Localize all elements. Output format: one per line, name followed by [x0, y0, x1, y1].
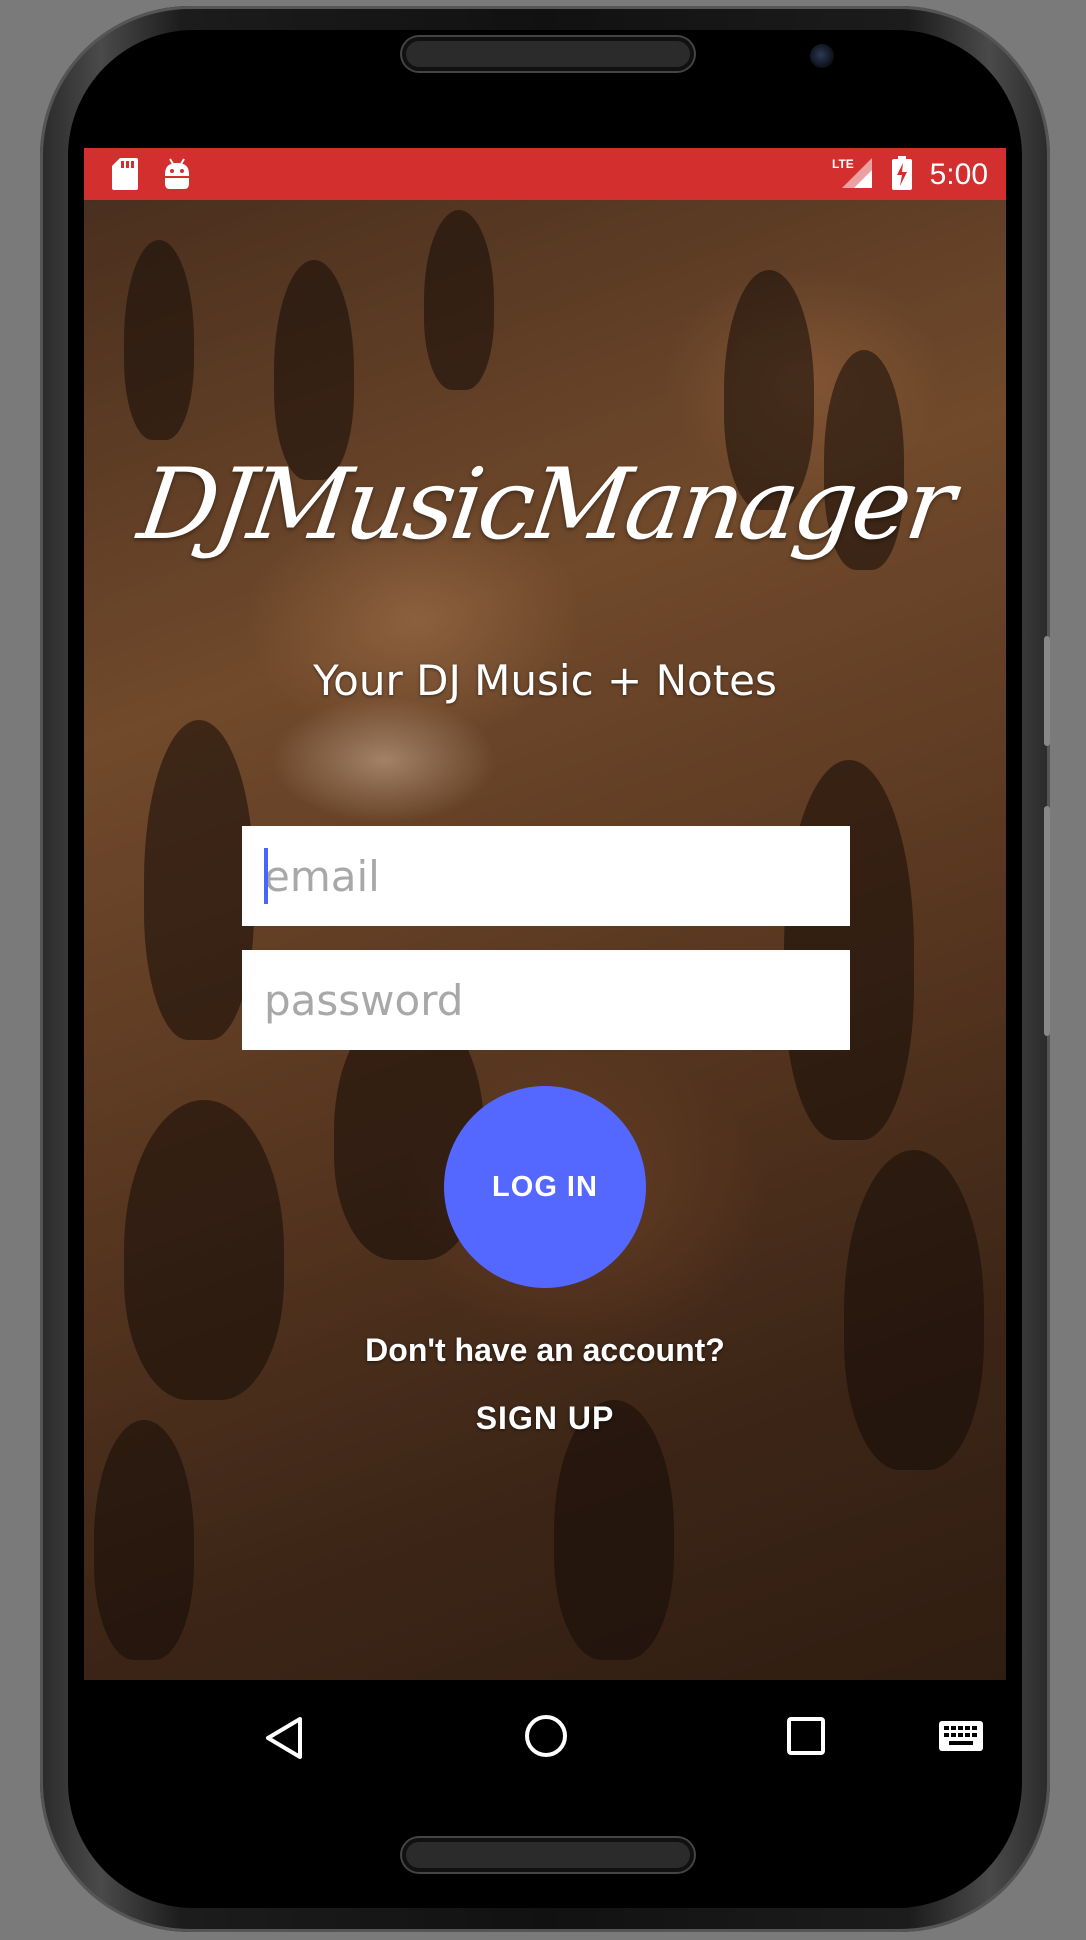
screen: LTE 5:00 DJMusicManager Your DJ Music + … — [84, 148, 1006, 1680]
device-frame: LTE 5:00 DJMusicManager Your DJ Music + … — [0, 0, 1086, 1940]
lte-signal-icon: LTE — [832, 156, 874, 194]
sd-card-icon — [112, 158, 138, 194]
status-bar: LTE 5:00 — [84, 148, 1006, 200]
volume-button — [1044, 636, 1050, 746]
android-debug-icon — [162, 158, 192, 194]
home-icon[interactable] — [524, 1714, 568, 1762]
front-camera — [810, 44, 834, 68]
email-field[interactable] — [242, 826, 850, 926]
app-title: DJMusicManager — [132, 448, 958, 562]
password-field[interactable] — [242, 950, 850, 1050]
text-cursor — [264, 848, 268, 904]
status-time: 5:00 — [929, 158, 988, 191]
background-photo — [84, 200, 1006, 1680]
navigation-bar — [84, 1680, 1006, 1790]
signup-link[interactable]: SIGN UP — [84, 1400, 1006, 1437]
power-button — [1044, 806, 1050, 1036]
no-account-text: Don't have an account? — [365, 1332, 725, 1368]
battery-charging-icon — [891, 156, 912, 194]
bottom-speaker — [402, 1838, 694, 1872]
recents-icon[interactable] — [786, 1716, 826, 1760]
app-subtitle: Your DJ Music + Notes — [313, 656, 777, 705]
login-button-label: LOG IN — [492, 1170, 598, 1203]
photo-overlay — [84, 200, 1006, 1680]
login-button[interactable]: LOG IN — [444, 1086, 646, 1288]
top-speaker — [402, 37, 694, 71]
back-icon[interactable] — [264, 1716, 304, 1764]
network-type-label: LTE — [832, 157, 854, 171]
keyboard-icon[interactable] — [938, 1720, 984, 1758]
